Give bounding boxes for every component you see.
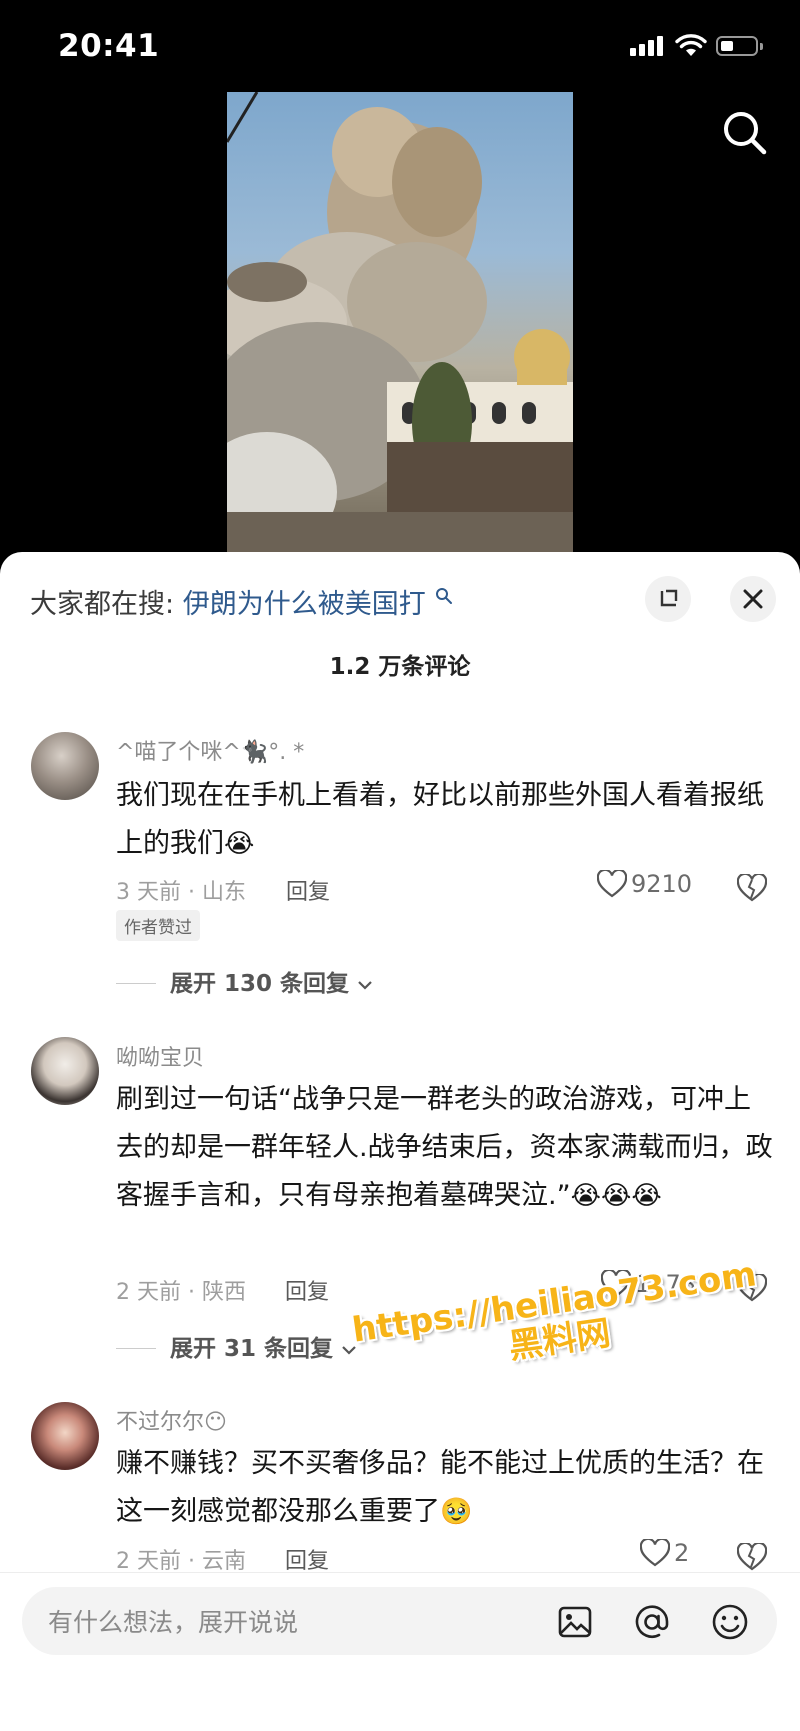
video-player[interactable] [227, 92, 573, 552]
like-button[interactable]: 2 [639, 1537, 690, 1567]
username-emoji: 😶 [204, 1410, 227, 1435]
crying-emoji: 😭 [224, 829, 255, 859]
wifi-icon [675, 34, 707, 56]
search-icon[interactable] [720, 108, 770, 158]
expand-icon [660, 589, 678, 607]
chevron-down-icon [358, 981, 372, 990]
dislike-icon[interactable] [737, 1543, 767, 1571]
comment-time-location: 3 天前 · 山东 [116, 880, 246, 905]
expand-replies-label: 展开 130 条回复 [170, 971, 350, 997]
comment-input[interactable] [46, 1601, 530, 1643]
crying-emoji: 😭😭😭 [570, 1181, 662, 1211]
expand-replies-button[interactable]: 展开 130 条回复 [116, 964, 373, 998]
heart-icon [596, 868, 628, 898]
avatar[interactable] [31, 1402, 99, 1470]
comment-sheet: 大家都在搜: 伊朗为什么被美国打 1.2 万条评论 ^喵了个咪^🐈‍⬛°. * … [0, 552, 800, 1731]
video-frame-image [227, 92, 573, 552]
comment-text: 刷到过一句话“战争只是一群老头的政治游戏，可冲上去的却是一群年轻人.战争结束后，… [116, 1076, 776, 1220]
close-button[interactable] [730, 576, 776, 622]
search-icon [436, 588, 453, 604]
like-button[interactable]: 9210 [596, 868, 693, 898]
comment-body: 我们现在在手机上看着，好比以前那些外国人看着报纸上的我们 [116, 780, 764, 859]
comment-username[interactable]: 不过尔尔😶 [116, 1404, 227, 1436]
comment-body: 刷到过一句话“战争只是一群老头的政治游戏，可冲上去的却是一群年轻人.战争结束后，… [116, 1084, 773, 1211]
reply-button[interactable]: 回复 [285, 1543, 329, 1575]
status-bar: 20:41 [0, 0, 800, 96]
avatar[interactable] [31, 1037, 99, 1105]
comment-username[interactable]: ^喵了个咪^🐈‍⬛°. * [116, 734, 304, 766]
like-count: 2 [674, 1539, 690, 1567]
avatar[interactable] [31, 732, 99, 800]
comment-username[interactable]: 呦呦宝贝 [116, 1040, 204, 1072]
comment-input-bar [22, 1587, 777, 1655]
username-text: 不过尔尔 [116, 1410, 205, 1435]
comment-text: 赚不赚钱？买不买奢侈品？能不能过上优质的生活？在这一刻感觉都没那么重要了🥹 [116, 1440, 776, 1536]
dislike-icon[interactable] [737, 874, 767, 902]
heart-icon [639, 1537, 671, 1567]
expand-button[interactable] [645, 576, 691, 622]
pleading-emoji: 🥹 [440, 1497, 473, 1527]
close-icon [743, 589, 763, 609]
comment-time-location: 2 天前 · 云南 [116, 1549, 246, 1574]
comment-text: 我们现在在手机上看着，好比以前那些外国人看着报纸上的我们😭 [116, 772, 776, 868]
expand-replies-label: 展开 31 条回复 [170, 1336, 334, 1362]
reply-button[interactable]: 回复 [286, 874, 330, 906]
reply-button[interactable]: 回复 [285, 1274, 329, 1306]
hot-search-keyword[interactable]: 伊朗为什么被美国打 [183, 589, 426, 620]
comment-time-location: 2 天前 · 陕西 [116, 1280, 246, 1305]
like-count: 9210 [631, 870, 693, 898]
expand-replies-button[interactable]: 展开 31 条回复 [116, 1329, 357, 1363]
at-icon[interactable] [632, 1602, 672, 1642]
emoji-icon[interactable] [710, 1602, 750, 1642]
image-icon[interactable] [555, 1602, 595, 1642]
hot-search-bar[interactable]: 大家都在搜: 伊朗为什么被美国打 [30, 582, 453, 621]
author-liked-badge: 作者赞过 [116, 910, 200, 941]
comment-count: 1.2 万条评论 [329, 654, 471, 680]
status-time: 20:41 [58, 28, 160, 64]
divider [0, 1572, 800, 1573]
hot-search-prefix: 大家都在搜: [30, 589, 175, 620]
battery-icon [716, 36, 763, 56]
